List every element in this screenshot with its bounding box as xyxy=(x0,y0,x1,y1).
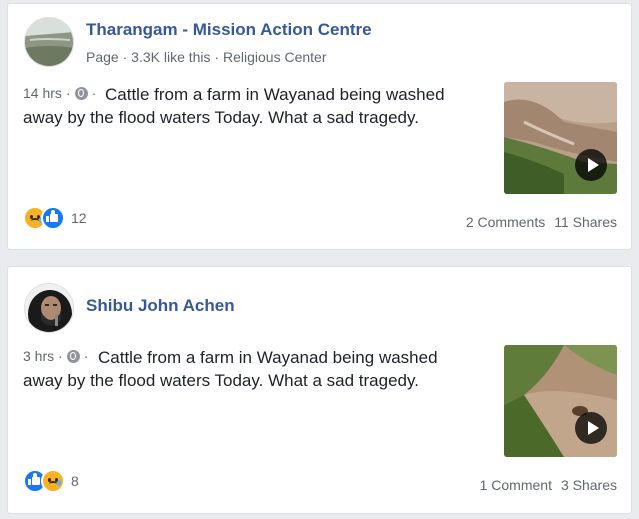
comments-link[interactable]: 1 Comment xyxy=(480,477,552,493)
sad-icon xyxy=(41,469,65,493)
play-icon[interactable] xyxy=(575,412,607,444)
comments-link[interactable]: 2 Comments xyxy=(466,214,545,230)
page-category[interactable]: Religious Center xyxy=(223,49,327,65)
reaction-count: 8 xyxy=(71,473,79,489)
post-text: Cattle from a farm in Wayanad being wash… xyxy=(23,85,445,127)
video-thumbnail[interactable] xyxy=(504,82,617,194)
video-thumbnail[interactable] xyxy=(504,345,617,457)
post-card: Tharangam - Mission Action Centre Page ·… xyxy=(7,3,632,250)
avatar[interactable] xyxy=(24,17,74,67)
reaction-count: 12 xyxy=(71,210,87,226)
separator: · xyxy=(214,49,220,65)
post-text: Cattle from a farm in Wayanad being wash… xyxy=(23,348,438,390)
page-type: Page xyxy=(86,49,119,65)
shares-link[interactable]: 3 Shares xyxy=(561,477,617,493)
avatar[interactable] xyxy=(24,283,74,333)
reactions-summary[interactable]: 8 xyxy=(23,469,79,493)
post-stats: 2 Comments 11 Shares xyxy=(466,214,617,230)
shares-link[interactable]: 11 Shares xyxy=(554,214,617,230)
play-icon[interactable] xyxy=(575,149,607,181)
post-stats: 1 Comment 3 Shares xyxy=(480,477,617,493)
reactions-summary[interactable]: 12 xyxy=(23,206,87,230)
author-name[interactable]: Shibu John Achen xyxy=(86,296,235,316)
post-card: Shibu John Achen 3 hrs · · Cattle from a… xyxy=(7,266,632,514)
page-likes[interactable]: 3.3K like this xyxy=(131,49,210,65)
separator: · xyxy=(122,49,128,65)
like-icon xyxy=(41,206,65,230)
page-meta: Page · 3.3K like this · Religious Center xyxy=(86,49,326,65)
author-name[interactable]: Tharangam - Mission Action Centre xyxy=(86,20,372,40)
